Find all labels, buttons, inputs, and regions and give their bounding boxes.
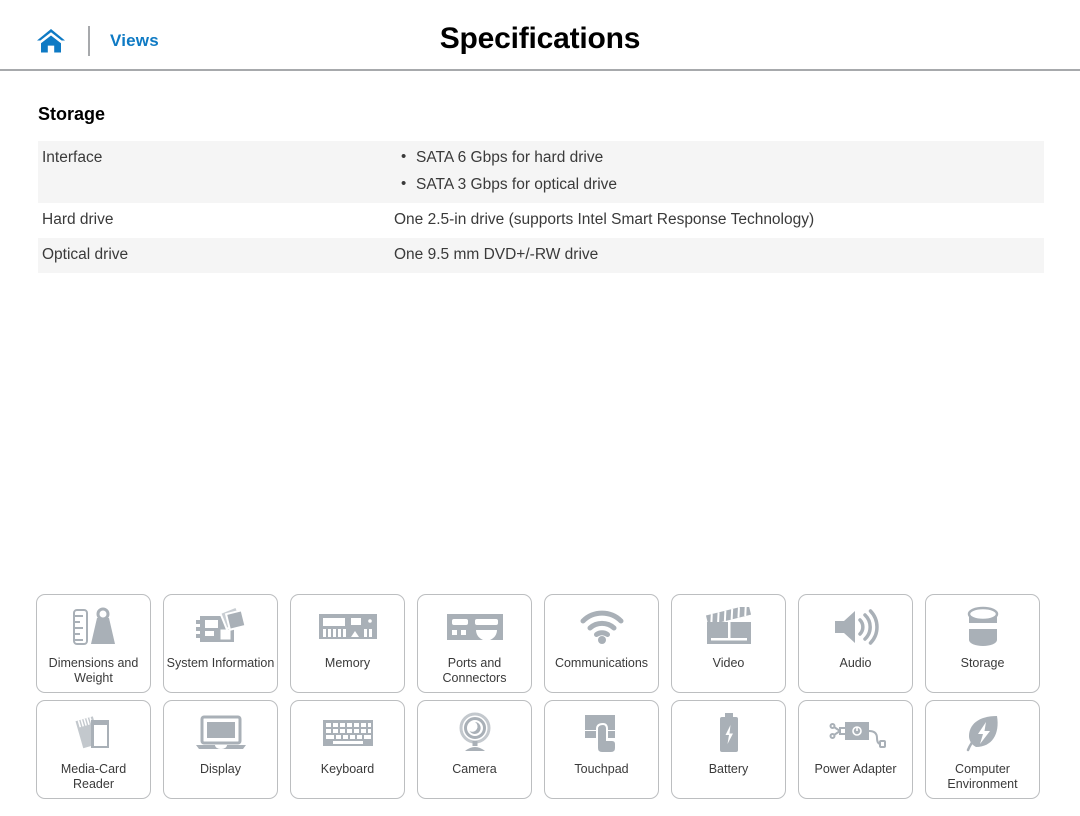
tile-label: Power Adapter xyxy=(814,762,897,776)
spec-value: One 2.5-in drive (supports Intel Smart R… xyxy=(394,211,815,229)
page-title: Specifications xyxy=(439,22,641,55)
tile-label: System Information xyxy=(166,656,275,670)
tile-label: Media-Card Reader xyxy=(60,762,127,791)
power-adapter-icon xyxy=(799,710,912,756)
tile-camera[interactable]: Camera xyxy=(417,700,532,799)
spec-bullet-list: SATA 6 Gbps for hard drive SATA 3 Gbps f… xyxy=(394,145,1044,197)
tile-label: Communications xyxy=(554,656,649,670)
tile-label: Display xyxy=(200,762,241,776)
touchpad-hand-icon xyxy=(545,710,658,756)
tile-label: Camera xyxy=(452,762,497,776)
spec-value: One 9.5 mm DVD+/-RW drive xyxy=(394,246,599,264)
tile-label: Audio xyxy=(839,656,872,670)
tile-label: Keyboard xyxy=(320,762,375,776)
tile-label: Video xyxy=(712,656,745,670)
category-tile-grid: Dimensions and Weight System Information xyxy=(36,594,1044,799)
tile-system-information[interactable]: System Information xyxy=(163,594,278,693)
specifications-table: Interface SATA 6 Gbps for hard drive SAT… xyxy=(38,141,1044,274)
laptop-display-icon xyxy=(164,710,277,756)
battery-icon xyxy=(672,710,785,756)
hard-drive-cylinder-icon xyxy=(926,604,1039,650)
tile-memory[interactable]: Memory xyxy=(290,594,405,693)
tile-label: Computer Environment xyxy=(947,762,1018,791)
tile-label: Storage xyxy=(960,656,1005,670)
content-area: Storage Interface SATA 6 Gbps for hard d… xyxy=(0,71,1080,274)
spec-label: Optical drive xyxy=(42,246,129,264)
leaf-bolt-icon xyxy=(926,710,1039,756)
table-row: Interface SATA 6 Gbps for hard drive SAT… xyxy=(38,141,1044,204)
ruler-weight-icon xyxy=(37,604,150,650)
tile-communications[interactable]: Communications xyxy=(544,594,659,693)
tile-ports-and-connectors[interactable]: Ports and Connectors xyxy=(417,594,532,693)
tile-audio[interactable]: Audio xyxy=(798,594,913,693)
section-title: Storage xyxy=(38,104,106,124)
memory-module-icon xyxy=(291,604,404,650)
tile-display[interactable]: Display xyxy=(163,700,278,799)
tile-label: Memory xyxy=(324,656,371,670)
speaker-icon xyxy=(799,604,912,650)
tile-storage[interactable]: Storage xyxy=(925,594,1040,693)
keyboard-icon xyxy=(291,710,404,756)
spec-value: SATA 6 Gbps for hard drive SATA 3 Gbps f… xyxy=(392,141,1044,203)
tile-label: Ports and Connectors xyxy=(442,656,507,685)
spec-label: Hard drive xyxy=(42,211,114,229)
table-row: Hard drive One 2.5-in drive (supports In… xyxy=(38,203,1044,238)
list-item: SATA 6 Gbps for hard drive xyxy=(401,145,1044,170)
tile-touchpad[interactable]: Touchpad xyxy=(544,700,659,799)
spec-label: Interface xyxy=(42,149,103,166)
clapperboard-icon xyxy=(672,604,785,650)
list-item: SATA 3 Gbps for optical drive xyxy=(401,172,1044,197)
tile-label: Touchpad xyxy=(574,762,629,776)
tile-battery[interactable]: Battery xyxy=(671,700,786,799)
tile-dimensions-and-weight[interactable]: Dimensions and Weight xyxy=(36,594,151,693)
wifi-icon xyxy=(545,604,658,650)
tile-media-card-reader[interactable]: Media-Card Reader xyxy=(36,700,151,799)
media-card-icon xyxy=(37,710,150,756)
table-row: Optical drive One 9.5 mm DVD+/-RW drive xyxy=(38,238,1044,274)
ports-connectors-icon xyxy=(418,604,531,650)
motherboard-icon xyxy=(164,604,277,650)
page-header: Views Specifications xyxy=(0,0,1080,71)
tile-label: Dimensions and Weight xyxy=(48,656,139,685)
tile-computer-environment[interactable]: Computer Environment xyxy=(925,700,1040,799)
tile-power-adapter[interactable]: Power Adapter xyxy=(798,700,913,799)
webcam-icon xyxy=(418,710,531,756)
tile-label: Battery xyxy=(708,762,749,776)
tile-video[interactable]: Video xyxy=(671,594,786,693)
tile-keyboard[interactable]: Keyboard xyxy=(290,700,405,799)
